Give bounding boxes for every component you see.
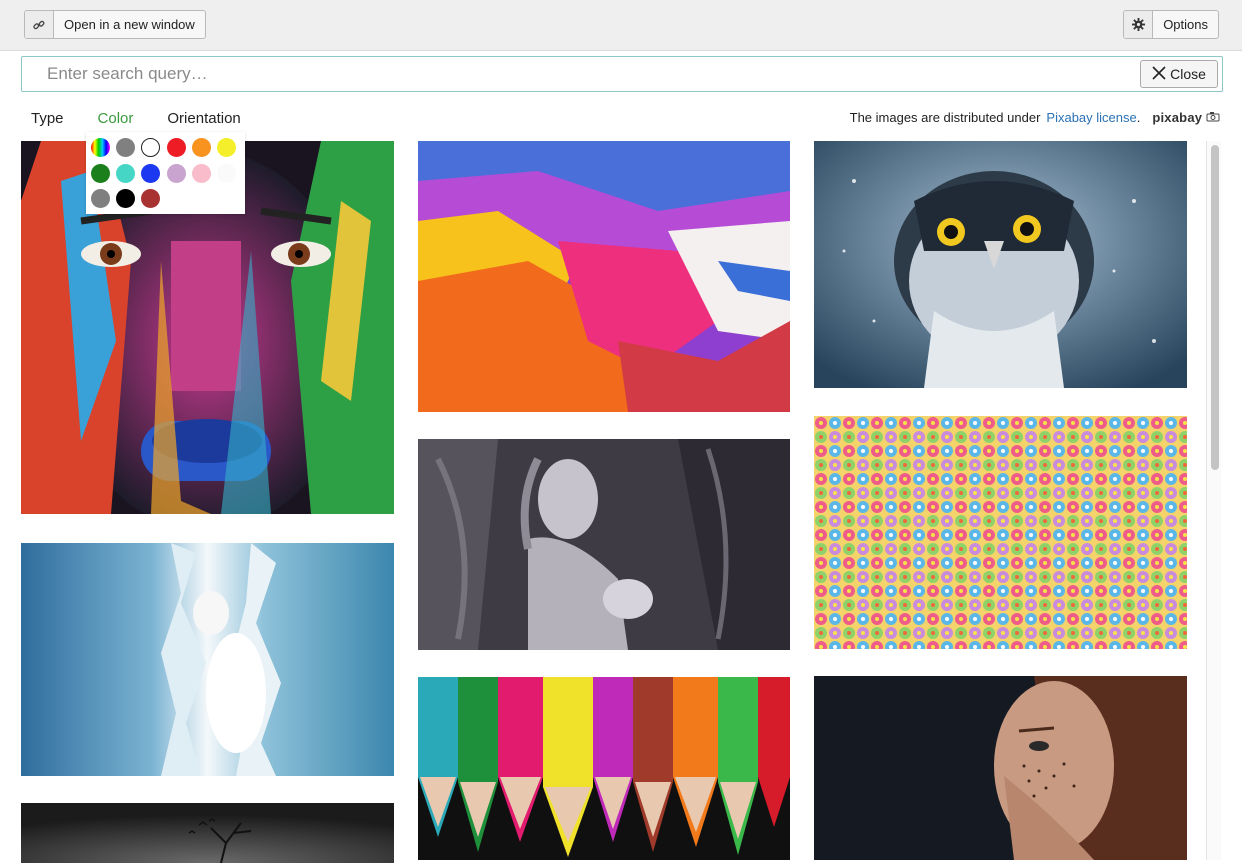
- color-swatch-grey[interactable]: [91, 189, 110, 208]
- water-splash-image: [21, 543, 394, 776]
- color-swatch-yellow[interactable]: [217, 138, 236, 157]
- top-toolbar: Open in a new window Options: [0, 0, 1242, 51]
- tab-orientation[interactable]: Orientation: [167, 110, 240, 127]
- color-swatch-gray[interactable]: [116, 138, 135, 157]
- abstract-paint-image: [418, 141, 790, 412]
- image-tile-flower-pattern[interactable]: [814, 416, 1187, 649]
- stone-woman-image: [418, 439, 790, 650]
- color-swatch-red[interactable]: [167, 138, 186, 157]
- color-swatch-pink[interactable]: [192, 164, 211, 183]
- tab-color[interactable]: Color: [98, 110, 134, 127]
- close-button[interactable]: Close: [1140, 60, 1218, 88]
- color-swatch-blue[interactable]: [141, 164, 160, 183]
- scrollbar[interactable]: [1206, 141, 1221, 860]
- color-swatch-black[interactable]: [116, 189, 135, 208]
- color-swatch-lilac[interactable]: [167, 164, 186, 183]
- image-tile-dark-tree[interactable]: [21, 803, 394, 863]
- snowy-owl-image: [814, 141, 1187, 388]
- pixabay-logo[interactable]: pixabay: [1152, 110, 1220, 125]
- image-tile-freckled-woman[interactable]: [814, 676, 1187, 860]
- colored-pencils-image: [418, 677, 790, 860]
- open-new-window-label: Open in a new window: [64, 17, 195, 32]
- close-icon: [1152, 65, 1166, 83]
- pixabay-logo-text: pixabay: [1152, 110, 1203, 125]
- options-button[interactable]: Options: [1123, 10, 1219, 39]
- color-swatch-white[interactable]: [217, 164, 236, 183]
- search-bar: Close: [21, 56, 1223, 92]
- tab-type[interactable]: Type: [31, 110, 64, 127]
- options-label: Options: [1163, 17, 1208, 32]
- open-new-window-button[interactable]: Open in a new window: [24, 10, 206, 39]
- dark-tree-image: [21, 803, 394, 863]
- color-swatch-green[interactable]: [91, 164, 110, 183]
- color-swatch-gradient[interactable]: [91, 138, 110, 157]
- color-swatch-transparent[interactable]: [141, 138, 160, 157]
- freckled-woman-image: [814, 676, 1187, 860]
- camera-icon: [1206, 112, 1220, 122]
- color-swatch-orange[interactable]: [192, 138, 211, 157]
- flower-pattern-image: [814, 416, 1187, 649]
- image-tile-abstract-paint[interactable]: [418, 141, 791, 412]
- license-notice: The images are distributed under Pixabay…: [850, 110, 1220, 125]
- image-tile-snowy-owl[interactable]: [814, 141, 1187, 388]
- color-filter-popover: [86, 132, 245, 214]
- search-input[interactable]: [47, 57, 1127, 91]
- filter-tabs: Type Color Orientation: [31, 110, 275, 127]
- image-tile-colored-pencils[interactable]: [418, 677, 791, 860]
- scrollbar-thumb[interactable]: [1211, 145, 1219, 470]
- image-tile-stone-woman[interactable]: [418, 439, 791, 650]
- color-swatch-brown[interactable]: [141, 189, 160, 208]
- license-suffix: .: [1136, 110, 1141, 125]
- link-icon: [25, 11, 54, 38]
- close-label: Close: [1170, 66, 1206, 82]
- image-tile-water-splash[interactable]: [21, 543, 394, 776]
- gear-icon: [1124, 11, 1154, 38]
- license-prefix: The images are distributed under: [849, 110, 1041, 125]
- color-swatch-turquoise[interactable]: [116, 164, 135, 183]
- pixabay-license-link[interactable]: Pixabay license: [1046, 110, 1136, 125]
